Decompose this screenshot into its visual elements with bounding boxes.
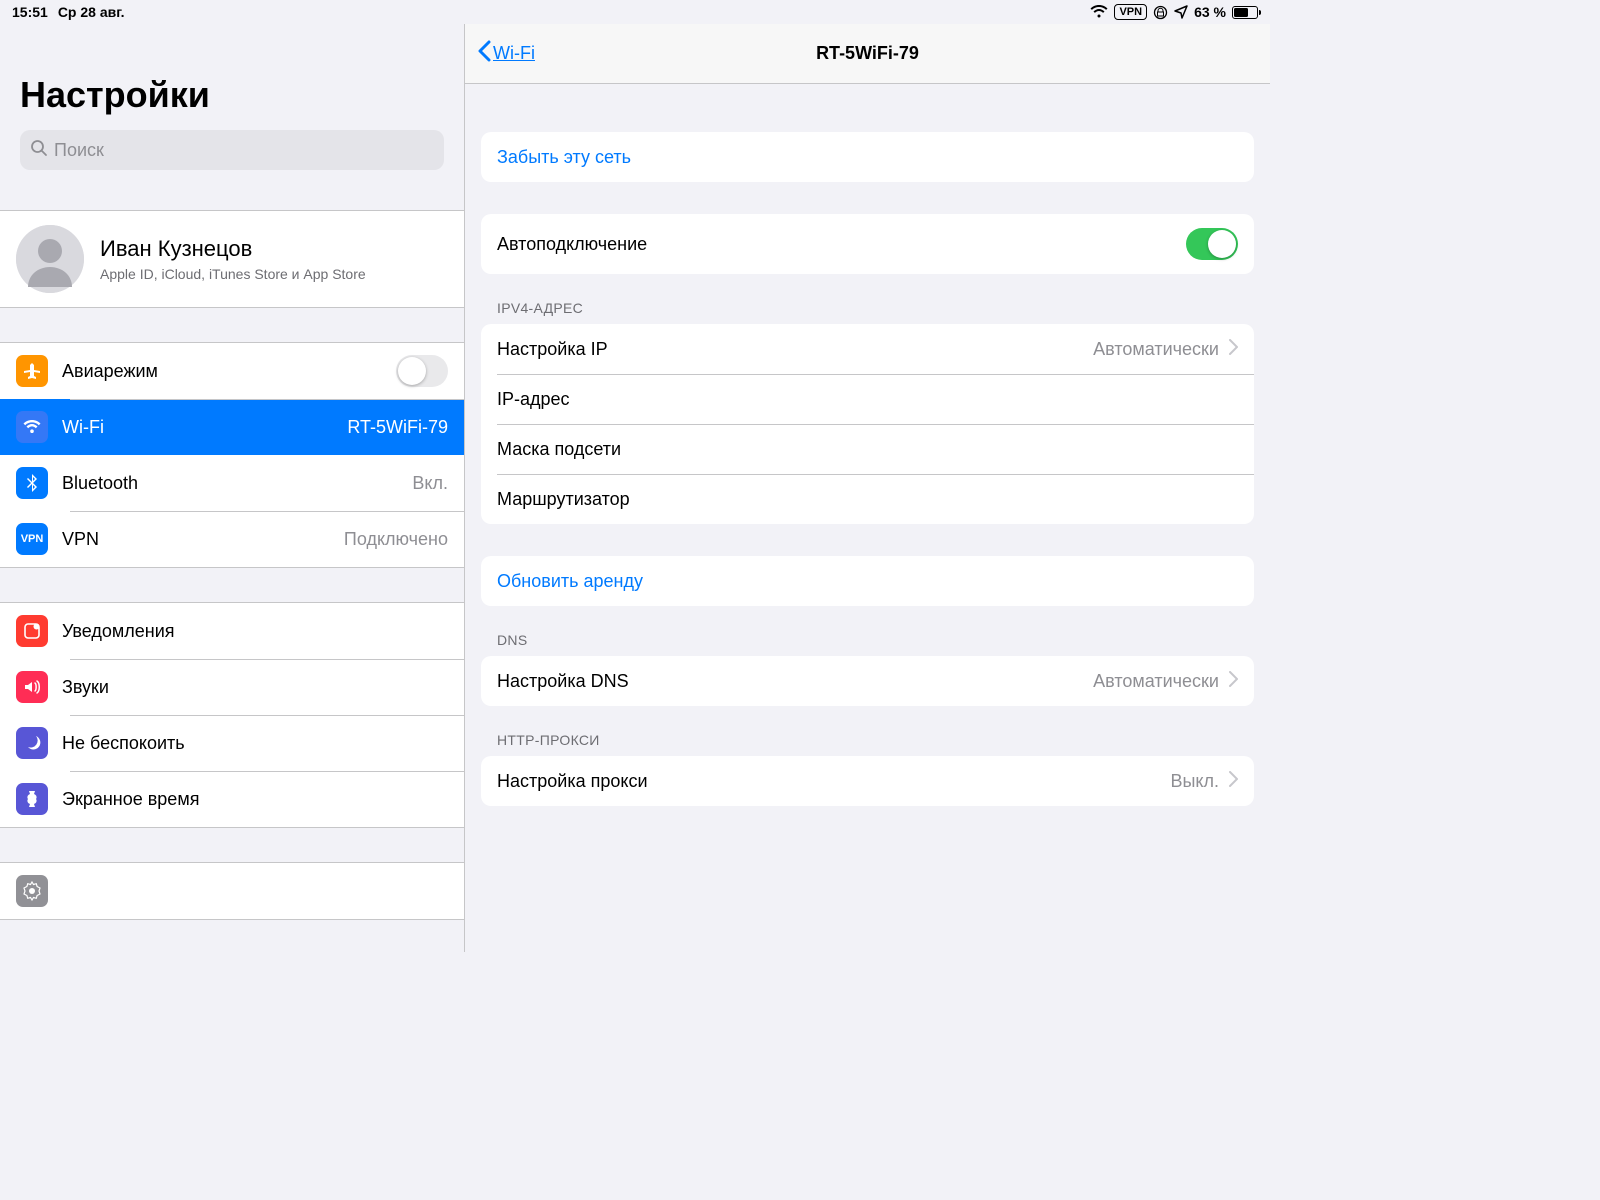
configure-dns-label: Настройка DNS (497, 671, 1083, 692)
notifications-icon (16, 615, 48, 647)
subnet-label: Маска подсети (497, 439, 1238, 460)
forget-label: Забыть эту сеть (497, 147, 631, 168)
detail-navbar: Wi-Fi RT-5WiFi-79 (465, 24, 1270, 84)
airplane-icon (16, 355, 48, 387)
wifi-label: Wi-Fi (62, 417, 333, 438)
notifications-label: Уведомления (62, 621, 448, 642)
account-subtitle: Apple ID, iCloud, iTunes Store и App Sto… (100, 266, 366, 282)
proxy-card: Настройка прокси Выкл. (481, 756, 1254, 806)
battery-icon (1232, 6, 1258, 19)
wifi-detail: RT-5WiFi-79 (347, 417, 448, 438)
ip-address-label: IP-адрес (497, 389, 1238, 410)
forget-card: Забыть эту сеть (481, 132, 1254, 182)
sidebar-item-bluetooth[interactable]: Bluetooth Вкл. (0, 455, 464, 511)
chevron-right-icon (1229, 771, 1238, 792)
dns-card: Настройка DNS Автоматически (481, 656, 1254, 706)
airplane-label: Авиарежим (62, 361, 382, 382)
configure-ip-row[interactable]: Настройка IP Автоматически (481, 324, 1254, 374)
sidebar-item-wifi[interactable]: Wi-Fi RT-5WiFi-79 (0, 399, 464, 455)
sounds-label: Звуки (62, 677, 448, 698)
bluetooth-icon (16, 467, 48, 499)
subnet-row: Маска подсети (481, 424, 1254, 474)
sidebar-item-dnd[interactable]: Не беспокоить (0, 715, 464, 771)
sidebar-item-airplane[interactable]: Авиарежим (0, 343, 464, 399)
status-date: Ср 28 авг. (58, 4, 125, 20)
orientation-lock-icon (1153, 5, 1168, 20)
renew-lease-button[interactable]: Обновить аренду (481, 556, 1254, 606)
configure-proxy-label: Настройка прокси (497, 771, 1160, 792)
location-icon (1174, 5, 1188, 19)
sidebar-item-vpn[interactable]: VPN VPN Подключено (0, 511, 464, 567)
sidebar-item-notifications[interactable]: Уведомления (0, 603, 464, 659)
status-bar: 15:51 Ср 28 авг. VPN 63 % (0, 0, 1270, 24)
chevron-left-icon (477, 40, 491, 67)
dnd-label: Не беспокоить (62, 733, 448, 754)
sidebar-title: Настройки (20, 74, 444, 116)
screentime-icon (16, 783, 48, 815)
bluetooth-label: Bluetooth (62, 473, 398, 494)
status-vpn-badge: VPN (1114, 4, 1147, 20)
router-row: Маршрутизатор (481, 474, 1254, 524)
sounds-icon (16, 671, 48, 703)
renew-lease-label: Обновить аренду (497, 571, 643, 592)
vpn-icon: VPN (16, 523, 48, 555)
autojoin-card: Автоподключение (481, 214, 1254, 274)
dnd-icon (16, 727, 48, 759)
configure-proxy-row[interactable]: Настройка прокси Выкл. (481, 756, 1254, 806)
configure-ip-label: Настройка IP (497, 339, 1083, 360)
configure-ip-value: Автоматически (1093, 339, 1219, 360)
autojoin-switch[interactable] (1186, 228, 1238, 260)
sidebar-item-screentime[interactable]: Экранное время (0, 771, 464, 827)
configure-dns-row[interactable]: Настройка DNS Автоматически (481, 656, 1254, 706)
gear-icon (16, 875, 48, 907)
bluetooth-detail: Вкл. (412, 473, 448, 494)
back-label: Wi-Fi (493, 43, 535, 64)
proxy-header: HTTP-ПРОКСИ (481, 706, 1254, 756)
renew-lease-card: Обновить аренду (481, 556, 1254, 606)
wifi-row-icon (16, 411, 48, 443)
battery-percent: 63 % (1194, 4, 1226, 20)
vpn-detail: Подключено (344, 529, 448, 550)
ipv4-card: Настройка IP Автоматически IP-адрес Маск… (481, 324, 1254, 524)
ipv4-header: IPV4-АДРЕС (481, 274, 1254, 324)
airplane-switch[interactable] (396, 355, 448, 387)
sidebar-group-general-partial (0, 862, 464, 920)
search-field[interactable] (20, 130, 444, 170)
detail-pane: Wi-Fi RT-5WiFi-79 Забыть эту сеть Автопо… (465, 24, 1270, 952)
status-time: 15:51 (12, 4, 48, 20)
account-row[interactable]: Иван Кузнецов Apple ID, iCloud, iTunes S… (0, 210, 464, 308)
configure-proxy-value: Выкл. (1170, 771, 1219, 792)
autojoin-label: Автоподключение (497, 234, 1176, 255)
forget-network-button[interactable]: Забыть эту сеть (481, 132, 1254, 182)
dns-header: DNS (481, 606, 1254, 656)
configure-dns-value: Автоматически (1093, 671, 1219, 692)
search-icon (30, 139, 48, 162)
sidebar-item-sounds[interactable]: Звуки (0, 659, 464, 715)
sidebar-item-general[interactable] (0, 863, 464, 919)
chevron-right-icon (1229, 339, 1238, 360)
vpn-label: VPN (62, 529, 330, 550)
screentime-label: Экранное время (62, 789, 448, 810)
account-name: Иван Кузнецов (100, 236, 366, 262)
router-label: Маршрутизатор (497, 489, 1238, 510)
search-input[interactable] (54, 140, 434, 161)
sidebar-group-preferences: Уведомления Звуки Не беспокоить Экранное… (0, 602, 464, 828)
autojoin-row[interactable]: Автоподключение (481, 214, 1254, 274)
back-button[interactable]: Wi-Fi (465, 40, 547, 67)
detail-title: RT-5WiFi-79 (465, 43, 1270, 64)
avatar (16, 225, 84, 293)
wifi-icon (1090, 5, 1108, 19)
settings-sidebar: Настройки Иван Кузнецов Apple ID, iCloud… (0, 24, 465, 952)
ip-address-row: IP-адрес (481, 374, 1254, 424)
sidebar-group-connectivity: Авиарежим Wi-Fi RT-5WiFi-79 Bluetooth Вк… (0, 342, 464, 568)
chevron-right-icon (1229, 671, 1238, 692)
